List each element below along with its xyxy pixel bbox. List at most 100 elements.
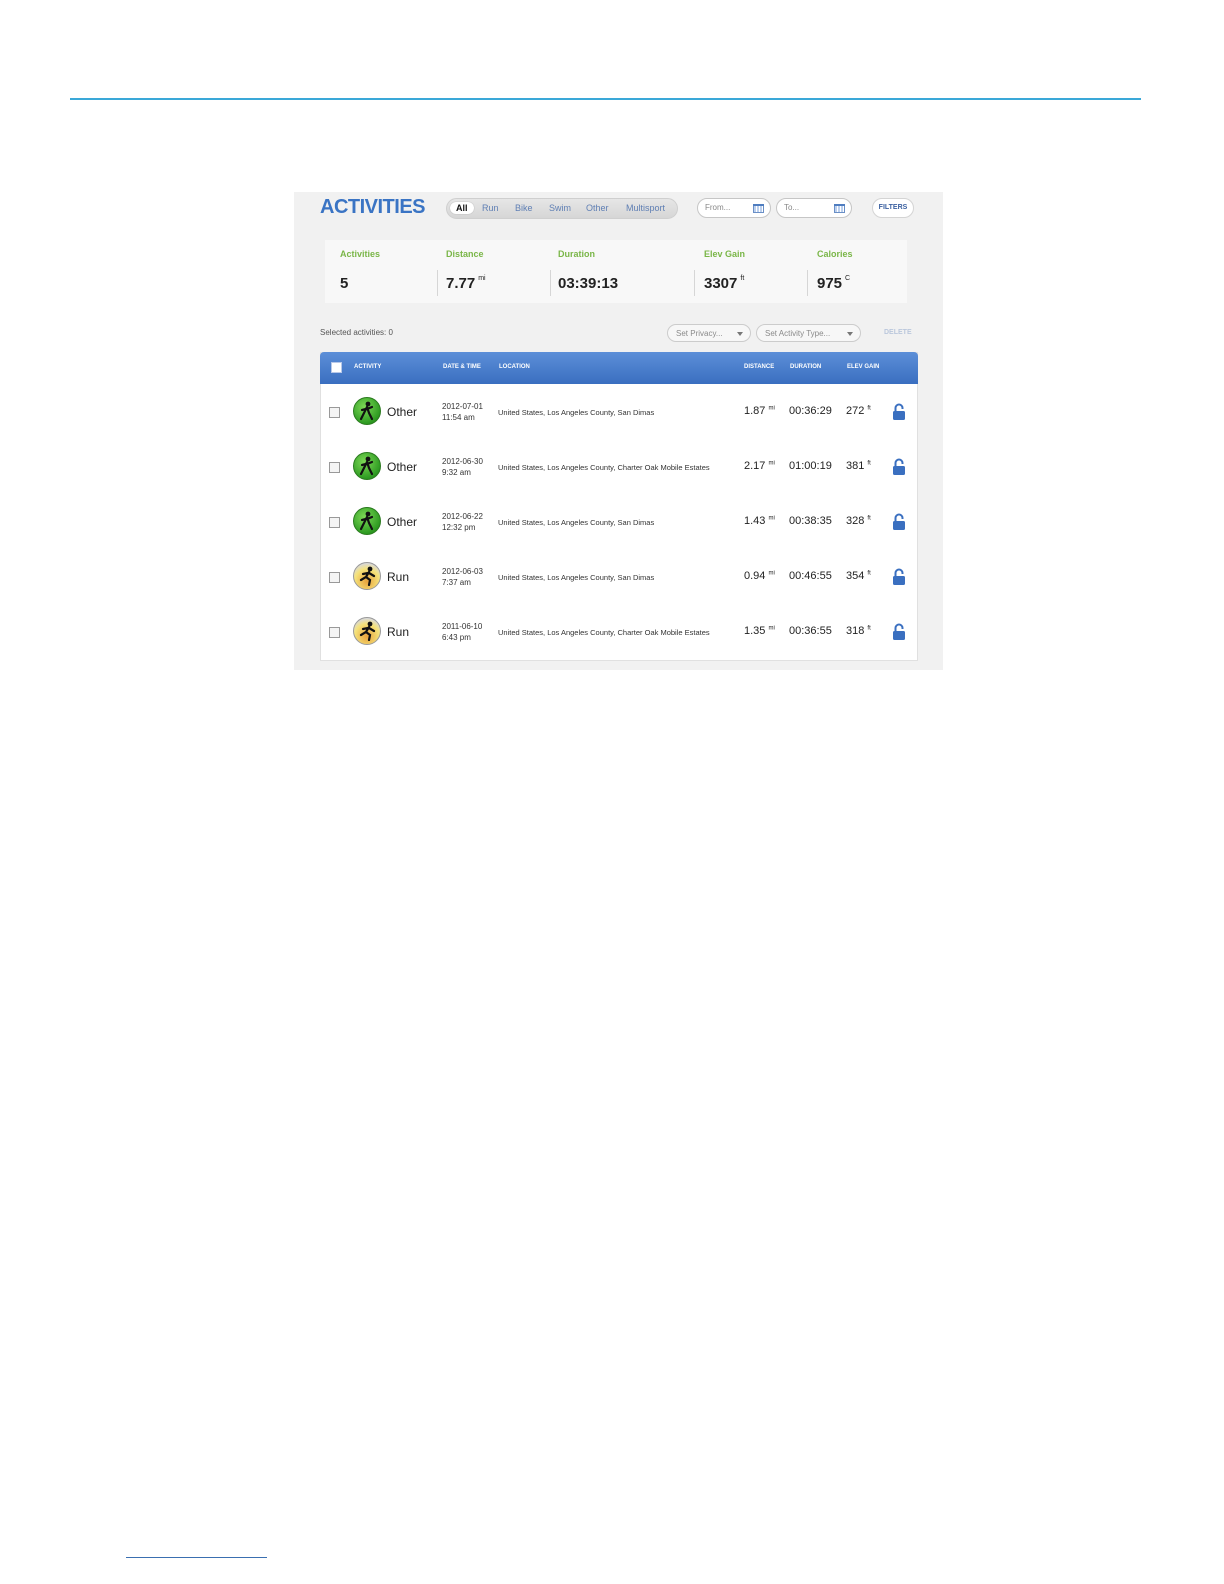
tab-bike[interactable]: Bike <box>515 203 533 213</box>
activity-elev-gain: 318 ft <box>846 625 871 637</box>
lock-icon[interactable] <box>892 623 906 646</box>
from-date-placeholder: From... <box>705 203 731 212</box>
activity-duration: 01:00:19 <box>789 460 832 472</box>
activity-datetime: 2012-06-30 9:32 am <box>442 457 483 477</box>
stat-value: 03:39:13 <box>558 275 619 292</box>
activity-duration: 00:38:35 <box>789 515 832 527</box>
activity-duration: 00:46:55 <box>789 570 832 582</box>
calendar-icon[interactable] <box>753 204 764 213</box>
activity-other-icon <box>353 397 381 425</box>
dropdown-label: Set Privacy... <box>676 329 723 338</box>
table-row[interactable]: Other 2012-06-30 9:32 am United States, Los… <box>321 441 917 496</box>
divider <box>807 270 808 296</box>
runner-icon <box>353 617 381 645</box>
footnote-rule <box>126 1557 267 1558</box>
activity-duration: 00:36:55 <box>789 625 832 637</box>
sport-tabs: All Run Bike Swim Other Multisport <box>446 198 678 219</box>
lock-icon[interactable] <box>892 568 906 591</box>
stat-label: Elev Gain <box>704 249 746 259</box>
activity-datetime: 2011-06-10 6:43 pm <box>442 622 483 642</box>
activity-location: United States, Los Angeles County, San D… <box>498 408 655 417</box>
divider <box>437 270 438 296</box>
stat-value: 5 <box>340 275 349 292</box>
lock-icon[interactable] <box>892 513 906 536</box>
activity-distance: 1.43 mi <box>744 515 775 527</box>
activity-type[interactable]: Other <box>387 405 417 419</box>
activity-datetime: 2012-06-22 12:32 pm <box>442 512 483 532</box>
activities-panel: ACTIVITIES All Run Bike Swim Other Multi… <box>294 192 943 670</box>
table-header: ACTIVITY DATE & TIME LOCATION DISTANCE D… <box>320 352 918 384</box>
stat-label: Calories <box>817 249 853 259</box>
selected-count: Selected activities: 0 <box>320 328 393 337</box>
chevron-down-icon <box>737 332 743 336</box>
divider <box>550 270 551 296</box>
table-row[interactable]: Other 2012-06-22 12:32 pm United States, Lo… <box>321 496 917 551</box>
activity-type[interactable]: Run <box>387 625 409 639</box>
activity-distance: 2.17 mi <box>744 460 775 472</box>
activity-elev-gain: 328 ft <box>846 515 871 527</box>
activity-distance: 1.87 mi <box>744 405 775 417</box>
activity-location: United States, Los Angeles County, Chart… <box>498 628 710 637</box>
col-location[interactable]: LOCATION <box>499 364 530 370</box>
summary-stats: Activities 5 Distance 7.77 mi Duration 03… <box>325 240 907 303</box>
select-all-checkbox[interactable] <box>331 362 342 373</box>
dropdown-label: Set Activity Type... <box>765 329 831 338</box>
stat-label: Duration <box>558 249 595 259</box>
runner-icon <box>353 562 381 590</box>
activity-other-icon <box>353 452 381 480</box>
activity-distance: 0.94 mi <box>744 570 775 582</box>
top-rule <box>70 98 1141 100</box>
row-checkbox[interactable] <box>329 517 340 528</box>
col-datetime[interactable]: DATE & TIME <box>443 364 481 370</box>
col-elev-gain[interactable]: ELEV GAIN <box>847 364 879 370</box>
activity-datetime: 2012-07-01 11:54 am <box>442 402 483 422</box>
row-checkbox[interactable] <box>329 627 340 638</box>
page-title: ACTIVITIES <box>320 196 426 218</box>
row-checkbox[interactable] <box>329 572 340 583</box>
activity-elev-gain: 354 ft <box>846 570 871 582</box>
activity-elev-gain: 272 ft <box>846 405 871 417</box>
activity-duration: 00:36:29 <box>789 405 832 417</box>
activity-type[interactable]: Other <box>387 515 417 529</box>
stat-value: 7.77 mi <box>446 275 486 292</box>
tab-all[interactable]: All <box>450 202 474 214</box>
activity-type[interactable]: Other <box>387 460 417 474</box>
activity-other-icon <box>353 507 381 535</box>
tab-other[interactable]: Other <box>586 203 609 213</box>
activity-location: United States, Los Angeles County, San D… <box>498 518 655 527</box>
table-row[interactable]: Other 2012-07-01 11:54 am United States, Lo… <box>321 386 917 441</box>
divider <box>694 270 695 296</box>
activity-location: United States, Los Angeles County, Chart… <box>498 463 710 472</box>
row-checkbox[interactable] <box>329 462 340 473</box>
filters-button[interactable]: FILTERS <box>872 198 914 218</box>
stat-value: 3307 ft <box>704 275 745 292</box>
tab-multisport[interactable]: Multisport <box>626 203 665 213</box>
tab-swim[interactable]: Swim <box>549 203 571 213</box>
set-privacy-dropdown[interactable]: Set Privacy... <box>667 324 751 342</box>
calendar-icon[interactable] <box>834 204 845 213</box>
from-date-input[interactable]: From... <box>697 198 771 218</box>
activity-elev-gain: 381 ft <box>846 460 871 472</box>
activities-table: ACTIVITY DATE & TIME LOCATION DISTANCE D… <box>320 352 918 661</box>
activity-type[interactable]: Run <box>387 570 409 584</box>
col-activity[interactable]: ACTIVITY <box>354 364 381 370</box>
lock-icon[interactable] <box>892 458 906 481</box>
table-row[interactable]: Run 2011-06-10 6:43 pm United States, Los A… <box>321 606 917 661</box>
activity-location: United States, Los Angeles County, San D… <box>498 573 655 582</box>
stat-label: Activities <box>340 249 381 259</box>
chevron-down-icon <box>847 332 853 336</box>
stat-value: 975 C <box>817 275 851 292</box>
stat-label: Distance <box>446 249 484 259</box>
activity-datetime: 2012-06-03 7:37 am <box>442 567 483 587</box>
tab-run[interactable]: Run <box>482 203 499 213</box>
to-date-input[interactable]: To... <box>776 198 852 218</box>
col-duration[interactable]: DURATION <box>790 364 821 370</box>
table-row[interactable]: Run 2012-06-03 7:37 am United States, Los A… <box>321 551 917 606</box>
set-activity-type-dropdown[interactable]: Set Activity Type... <box>756 324 861 342</box>
to-date-placeholder: To... <box>784 203 800 212</box>
col-distance[interactable]: DISTANCE <box>744 364 774 370</box>
activity-distance: 1.35 mi <box>744 625 775 637</box>
lock-icon[interactable] <box>892 403 906 426</box>
delete-button[interactable]: DELETE <box>884 329 912 336</box>
row-checkbox[interactable] <box>329 407 340 418</box>
